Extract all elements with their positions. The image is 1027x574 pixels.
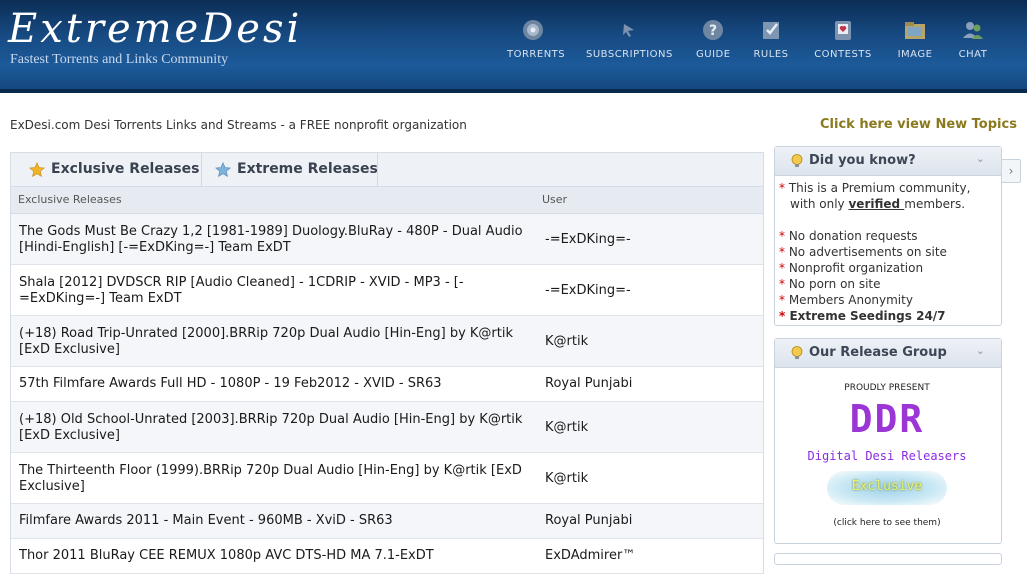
nav-rules[interactable]: RULES <box>753 18 789 68</box>
release-title[interactable]: Filmfare Awards 2011 - Main Event - 960M… <box>19 513 529 529</box>
nav-label: TORRENTS <box>507 49 566 60</box>
lightbulb-icon <box>791 346 803 359</box>
table-row[interactable]: 57th Filmfare Awards Full HD - 1080P - 1… <box>11 367 763 402</box>
table-row[interactable]: (+18) Road Trip-Unrated [2000].BRRip 720… <box>11 316 763 367</box>
release-title[interactable]: Thor 2011 BluRay CEE REMUX 1080p AVC DTS… <box>19 548 529 564</box>
nav-label: RULES <box>753 49 789 60</box>
table-row[interactable]: Shala [2012] DVDSCR RIP [Audio Cleaned] … <box>11 265 763 316</box>
release-title[interactable]: 57th Filmfare Awards Full HD - 1080P - 1… <box>19 376 529 392</box>
did-you-know-box: Did you know? ⌄ * This is a Premium comm… <box>774 146 1002 326</box>
svg-text:?: ? <box>709 23 717 39</box>
new-topics-link[interactable]: Click here view New Topics <box>820 117 1017 132</box>
proudly-present-text: PROUDLY PRESENT <box>844 383 930 393</box>
nav-label: CONTESTS <box>814 49 872 60</box>
ddr-banner[interactable]: PROUDLY PRESENT DDR Digital Desi Release… <box>802 373 972 539</box>
ddr-name: Digital Desi Releasers <box>807 449 967 463</box>
fact-item: * No porn on site <box>779 277 881 291</box>
ddr-logo: DDR <box>849 397 925 441</box>
gold-star-icon <box>29 162 45 178</box>
nav-torrents[interactable]: TORRENTS <box>507 18 566 68</box>
chevron-right-icon: › <box>1008 164 1014 178</box>
nav-image[interactable]: IMAGE <box>897 18 933 68</box>
release-tabs: Exclusive Releases Extreme Releases <box>11 153 763 187</box>
release-user[interactable]: K@rtik <box>545 334 588 349</box>
fact-item: * No advertisements on site <box>779 245 947 259</box>
release-user[interactable]: K@rtik <box>545 471 588 486</box>
table-row[interactable]: The Thirteenth Floor (1999).BRRip 720p D… <box>11 453 763 504</box>
verified-link[interactable]: verified <box>848 197 904 211</box>
table-row[interactable]: The Gods Must Be Crazy 1,2 [1981-1989] D… <box>11 214 763 265</box>
table-row[interactable]: (+18) Old School-Unrated [2003].BRRip 72… <box>11 402 763 453</box>
did-you-know-title: Did you know? <box>809 153 916 168</box>
tab-label: Extreme Releases <box>237 161 378 177</box>
release-title[interactable]: The Thirteenth Floor (1999).BRRip 720p D… <box>19 463 529 495</box>
table-row[interactable]: Filmfare Awards 2011 - Main Event - 960M… <box>11 504 763 539</box>
nav-label: CHAT <box>958 49 988 60</box>
release-user[interactable]: K@rtik <box>545 420 588 435</box>
release-user[interactable]: Royal Punjabi <box>545 513 632 528</box>
blue-star-icon <box>215 162 231 178</box>
site-subtitle: ExDesi.com Desi Torrents Links and Strea… <box>10 118 467 132</box>
nav-subscriptions[interactable]: SUBSCRIPTIONS <box>586 18 672 68</box>
trophy-icon <box>835 21 851 40</box>
premium-note: * This is a Premium community, <box>779 181 971 195</box>
release-group-title: Our Release Group <box>809 345 947 360</box>
release-user[interactable]: Royal Punjabi <box>545 376 632 391</box>
lightbulb-icon <box>791 154 803 167</box>
globe-icon <box>523 20 543 40</box>
site-logo[interactable]: ExtremeDesi <box>8 6 302 52</box>
release-title[interactable]: (+18) Old School-Unrated [2003].BRRip 72… <box>19 412 529 444</box>
release-user[interactable]: ExDAdmirer™ <box>545 548 635 563</box>
click-to-see-text: (click here to see them) <box>833 518 941 528</box>
sidebar-box-partial <box>774 553 1002 565</box>
fact-item: * Nonprofit organization <box>779 261 924 275</box>
help-icon: ? <box>703 20 723 40</box>
tab-extreme-releases[interactable]: Extreme Releases <box>215 153 378 186</box>
fact-item: * No donation requests <box>779 229 918 243</box>
rss-icon <box>623 24 634 37</box>
nav-chat[interactable]: CHAT <box>958 18 988 68</box>
table-row[interactable]: Thor 2011 BluRay CEE REMUX 1080p AVC DTS… <box>11 539 763 574</box>
release-title[interactable]: The Gods Must Be Crazy 1,2 [1981-1989] D… <box>19 224 529 256</box>
site-header: ExtremeDesi Fastest Torrents and Links C… <box>0 0 1027 93</box>
releases-panel: Exclusive Releases Extreme Releases Excl… <box>10 152 764 574</box>
release-title[interactable]: (+18) Road Trip-Unrated [2000].BRRip 720… <box>19 326 529 358</box>
column-header-user: User <box>542 193 568 206</box>
chevron-down-icon[interactable]: ⌄ <box>976 152 985 165</box>
chevron-down-icon[interactable]: ⌄ <box>976 344 985 357</box>
release-title[interactable]: Shala [2012] DVDSCR RIP [Audio Cleaned] … <box>19 275 529 307</box>
fact-item: * Extreme Seedings 24/7 <box>779 309 946 323</box>
release-user[interactable]: -=ExDKing=- <box>545 232 631 247</box>
nav-guide[interactable]: ? GUIDE <box>696 18 730 68</box>
sidebar-expand-button[interactable]: › <box>1001 159 1021 183</box>
nav-contests[interactable]: CONTESTS <box>814 18 872 68</box>
release-group-header[interactable]: Our Release Group ⌄ <box>775 339 1001 368</box>
nav-label: GUIDE <box>696 49 731 60</box>
tab-divider <box>377 153 378 186</box>
chat-users-icon <box>963 22 983 39</box>
checklist-icon <box>763 22 779 39</box>
tab-label: Exclusive Releases <box>51 161 200 177</box>
site-tagline: Fastest Torrents and Links Community <box>10 52 229 67</box>
nav-label: IMAGE <box>897 49 933 60</box>
table-header: Exclusive Releases User <box>11 187 763 214</box>
image-folder-icon <box>905 22 925 39</box>
release-group-box: Our Release Group ⌄ PROUDLY PRESENT DDR … <box>774 338 1002 544</box>
nav-label: SUBSCRIPTIONS <box>586 49 673 60</box>
tab-divider <box>201 153 202 186</box>
verified-note: with only verified members. <box>790 197 966 211</box>
fact-item: * Members Anonymity <box>779 293 913 307</box>
tab-exclusive-releases[interactable]: Exclusive Releases <box>29 153 201 186</box>
did-you-know-header[interactable]: Did you know? ⌄ <box>775 147 1001 176</box>
release-user[interactable]: -=ExDKing=- <box>545 283 631 298</box>
column-header-releases: Exclusive Releases <box>18 193 122 206</box>
exclusive-text: Exclusive <box>851 479 923 494</box>
